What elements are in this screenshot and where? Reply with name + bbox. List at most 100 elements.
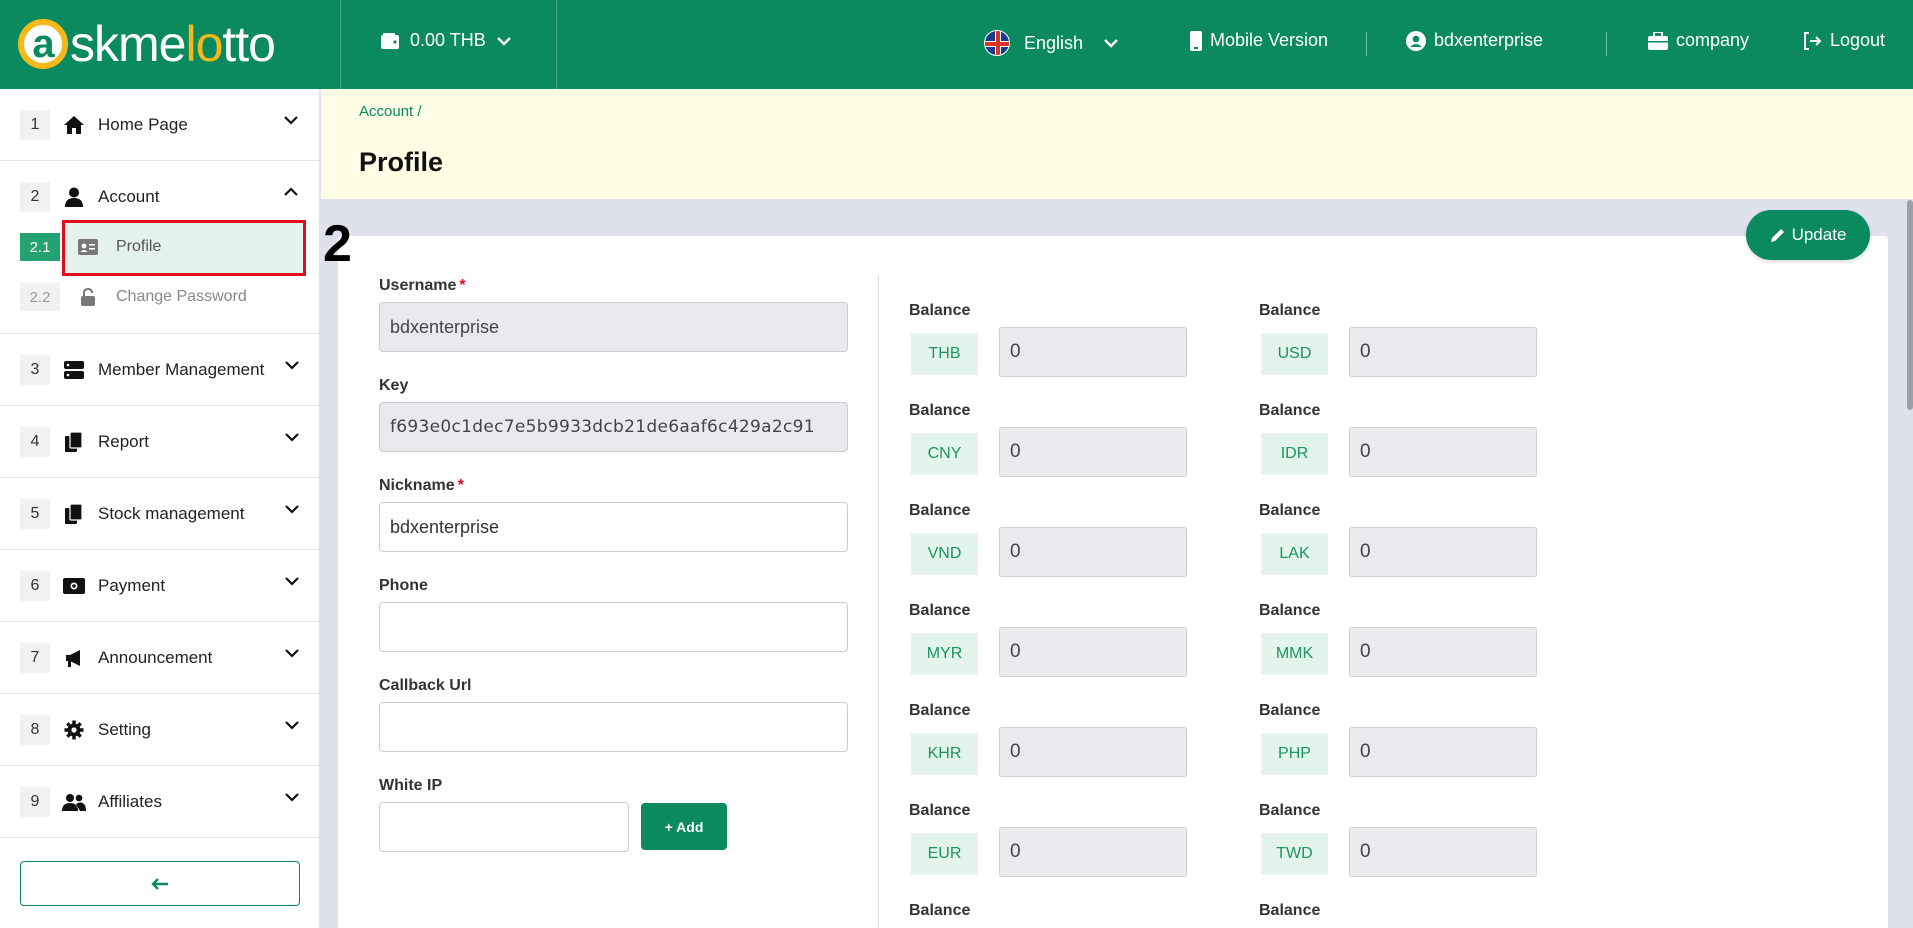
currency-badge: TWD <box>1261 833 1328 875</box>
chevron-down-icon <box>285 433 299 442</box>
balance-label: Balance <box>1259 502 1321 519</box>
username-label: bdxenterprise <box>1434 30 1544 50</box>
white-ip-field[interactable] <box>379 802 629 852</box>
wallet-dropdown[interactable]: 0.00 THB <box>380 30 512 51</box>
callback-url-label: Callback Url <box>379 677 472 694</box>
white-ip-label: White IP <box>379 777 443 794</box>
divider <box>1606 32 1607 56</box>
gear-icon <box>62 720 86 740</box>
sidebar-item-label: Member Management <box>98 359 265 379</box>
balance-field: 0 <box>1349 727 1537 777</box>
key-label: Key <box>379 377 409 394</box>
scrollbar-thumb[interactable] <box>1907 200 1913 410</box>
logo-ring: a <box>18 19 68 69</box>
currency-badge: PHP <box>1261 733 1328 775</box>
company-link[interactable]: company <box>1648 30 1749 51</box>
logo-part-2: lo <box>185 16 223 72</box>
collapse-sidebar-button[interactable] <box>20 861 300 906</box>
currency-badge: LAK <box>1261 533 1328 575</box>
chevron-up-icon <box>284 187 298 196</box>
sidebar-item-label: Account <box>98 187 160 206</box>
nickname-field[interactable]: bdxenterprise <box>379 502 848 552</box>
divider <box>556 0 557 89</box>
sidebar: 1 Home Page 2 Account 2.1 Profile 2.2 Ch… <box>0 89 320 928</box>
sidebar-item-announcement[interactable]: 7 Announcement <box>0 622 320 694</box>
sidebar-item-report[interactable]: 4 Report <box>0 406 320 478</box>
logout-icon <box>1804 31 1822 50</box>
key-field: f693e0c1dec7e5b9933dcb21de6aaf6c429a2c91 <box>379 402 848 452</box>
nickname-label: Nickname * <box>379 477 464 494</box>
user-circle-icon <box>1406 30 1426 51</box>
user-icon <box>62 187 86 207</box>
menu-number: 2 <box>20 182 50 212</box>
update-button[interactable]: Update <box>1746 210 1870 260</box>
username-label: Username * <box>379 277 466 294</box>
arrow-left-icon <box>151 877 168 890</box>
mobile-version-link[interactable]: Mobile Version <box>1190 30 1328 51</box>
sidebar-item-label: Home Page <box>98 114 188 134</box>
chevron-down-icon <box>285 793 299 802</box>
top-bar: a skme lo tto 0.00 THB English Mobile Vers… <box>0 0 1913 89</box>
sidebar-item-label: Change Password <box>116 288 247 305</box>
balance-label: Balance <box>1259 702 1321 719</box>
menu-number: 7 <box>20 642 50 673</box>
sidebar-item-stock-management[interactable]: 5 Stock management <box>0 478 320 550</box>
uk-flag-icon <box>984 30 1010 56</box>
currency-badge: THB <box>911 333 978 375</box>
sidebar-item-home[interactable]: 1 Home Page <box>0 89 319 161</box>
balance-label: Balance <box>909 502 971 519</box>
balance-label: Balance <box>909 902 971 919</box>
balance-label: Balance <box>1259 802 1321 819</box>
user-menu[interactable]: bdxenterprise <box>1406 30 1543 51</box>
menu-number: 6 <box>20 570 50 601</box>
logo[interactable]: a skme lo tto <box>18 14 276 74</box>
balance-field: 0 <box>999 627 1187 677</box>
menu-number: 2.2 <box>20 283 60 311</box>
menu-number: 1 <box>20 109 50 140</box>
sidebar-item-change-password[interactable]: 2.2 Change Password <box>20 277 247 317</box>
menu-number: 8 <box>20 714 50 745</box>
page-title: Profile <box>359 147 444 177</box>
currency-badge: IDR <box>1261 433 1328 475</box>
company-label: company <box>1676 30 1750 50</box>
stock-icon <box>62 503 86 524</box>
currency-badge: VND <box>911 533 978 575</box>
balance-label: Balance <box>1259 302 1321 319</box>
sidebar-item-setting[interactable]: 8 Setting <box>0 694 320 766</box>
report-icon <box>62 431 86 452</box>
logo-part-3: tto <box>222 16 276 72</box>
page-header: Account / Profile <box>321 89 1913 199</box>
callback-url-field[interactable] <box>379 702 848 752</box>
wallet-balance: 0.00 THB <box>410 30 486 50</box>
chevron-down-icon <box>284 116 298 125</box>
balance-field: 0 <box>999 827 1187 877</box>
currency-badge: MYR <box>911 633 978 675</box>
sidebar-item-affiliates[interactable]: 9 Affiliates <box>0 766 320 838</box>
payment-icon <box>62 577 86 594</box>
sidebar-item-label: Stock management <box>98 503 245 523</box>
logout-button[interactable]: Logout <box>1802 30 1885 51</box>
divider <box>340 0 341 89</box>
menu-number: 9 <box>20 786 50 817</box>
breadcrumb[interactable]: Account / <box>359 103 422 120</box>
currency-badge: KHR <box>911 733 978 775</box>
language-label: English <box>1024 32 1084 53</box>
update-label: Update <box>1791 225 1847 244</box>
chevron-down-icon <box>285 361 299 370</box>
logo-part-1: skme <box>70 16 186 72</box>
sidebar-item-label: Report <box>98 431 150 451</box>
column-divider <box>878 276 879 928</box>
balance-label: Balance <box>1259 902 1321 919</box>
balance-field: 0 <box>999 427 1187 477</box>
pencil-icon <box>1770 229 1784 242</box>
megaphone-icon <box>62 648 86 668</box>
balance-field: 0 <box>1349 427 1537 477</box>
sidebar-item-member-management[interactable]: 3 Member Management <box>0 334 320 406</box>
phone-field[interactable] <box>379 602 848 652</box>
username-field: bdxenterprise <box>379 302 848 352</box>
sidebar-item-payment[interactable]: 6 Payment <box>0 550 320 622</box>
add-ip-button[interactable]: + Add <box>641 803 727 850</box>
chevron-down-icon <box>285 649 299 658</box>
language-dropdown[interactable]: English <box>984 30 1119 56</box>
divider <box>1366 32 1367 56</box>
